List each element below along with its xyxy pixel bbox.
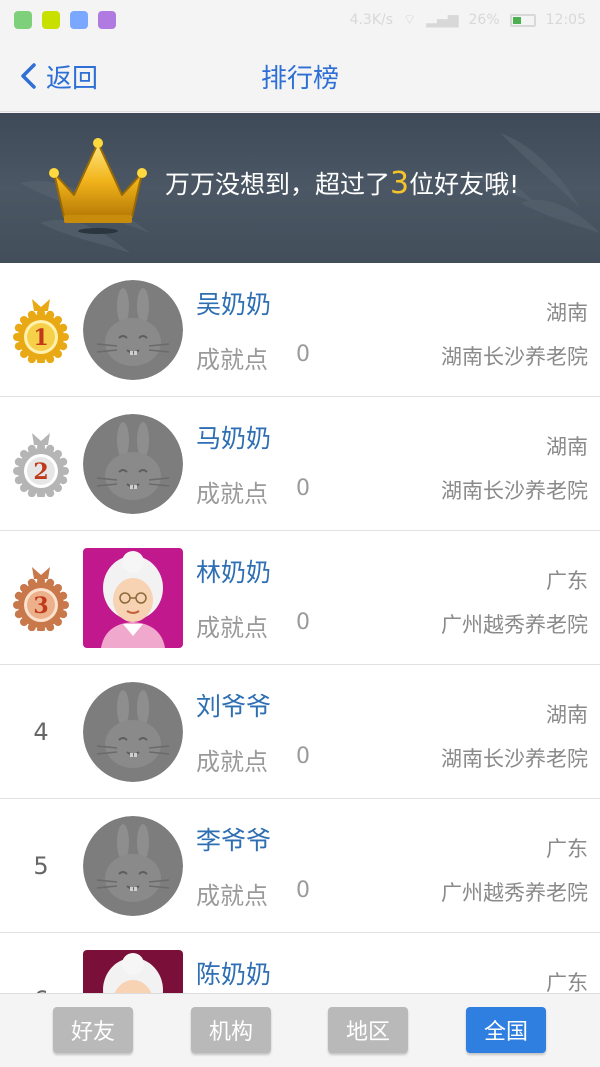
province: 广东 [546, 837, 588, 861]
surpassed-count: 3 [390, 166, 410, 201]
points-label: 成就点 [196, 882, 268, 910]
points-value: 0 [296, 476, 310, 501]
status-indicators: 4.3K/s ⌔ ▂▄▆ 26% 12:05 [350, 11, 586, 29]
avatar [83, 950, 183, 993]
institution: 广州越秀养老院 [441, 613, 588, 637]
wifi-icon: ⌔ [403, 12, 417, 28]
user-name: 吴奶奶 [196, 290, 272, 319]
scope-tab-bar: 好友 机构 地区 全国 [0, 993, 600, 1067]
app-notification-icon [14, 11, 32, 29]
gold-medal-icon: 1 [13, 299, 69, 363]
institution: 湖南长沙养老院 [441, 747, 588, 771]
user-name: 马奶奶 [196, 424, 272, 453]
crown-icon [49, 138, 147, 234]
tab-institution[interactable]: 机构 [191, 1007, 271, 1053]
tab-friends[interactable]: 好友 [53, 1007, 133, 1053]
signal-icon: ▂▄▆ [426, 12, 459, 28]
rabbit-avatar-icon [83, 816, 183, 916]
province: 湖南 [546, 435, 588, 459]
points-label: 成就点 [196, 748, 268, 776]
page-title: 排行榜 [260, 64, 339, 94]
banner-text-suffix: 位好友哦! [409, 170, 520, 199]
banner-message: 万万没想到，超过了3位好友哦! [165, 165, 519, 201]
grandma-avatar-icon [83, 548, 183, 648]
silver-medal-icon: 2 [13, 433, 69, 497]
points-label: 成就点 [196, 480, 268, 508]
notification-icons [14, 11, 116, 29]
avatar [83, 682, 183, 782]
ranking-row-2[interactable]: 2 马奶奶 成就点 0 湖南 湖南长沙养老院 [0, 397, 600, 531]
tab-region[interactable]: 地区 [328, 1007, 408, 1053]
tab-national[interactable]: 全国 [466, 1007, 546, 1053]
svg-text:1: 1 [33, 325, 48, 351]
status-bar: 4.3K/s ⌔ ▂▄▆ 26% 12:05 [0, 0, 600, 40]
ranking-list[interactable]: 1 吴奶奶 成就点 0 湖南 湖南长沙养老院 2 马奶奶 成就点 0 湖南 湖南… [0, 263, 600, 993]
ranking-row-6[interactable]: 6 陈奶奶 成就点 0 广东 广州越秀养老院 [0, 933, 600, 993]
points-value: 0 [296, 342, 310, 367]
user-name: 林奶奶 [196, 558, 272, 587]
app-notification-icon [98, 11, 116, 29]
rabbit-avatar-icon [83, 414, 183, 514]
user-name: 陈奶奶 [196, 960, 272, 989]
banner-text-prefix: 万万没想到，超过了 [165, 170, 391, 199]
bronze-medal-icon: 3 [13, 567, 69, 631]
institution: 湖南长沙养老院 [441, 345, 588, 369]
points-label: 成就点 [196, 614, 268, 642]
rank-indicator: 4 [33, 718, 49, 746]
rank-indicator: 3 [12, 565, 70, 631]
user-name: 李爷爷 [196, 826, 272, 855]
clock: 12:05 [545, 12, 586, 28]
rank-indicator: 5 [33, 852, 49, 880]
svg-text:2: 2 [33, 459, 48, 485]
province: 湖南 [546, 301, 588, 325]
battery-icon [509, 13, 536, 27]
app-notification-icon [70, 11, 88, 29]
network-speed: 4.3K/s [349, 12, 394, 28]
nav-bar: 返回 排行榜 [0, 40, 600, 112]
avatar [83, 280, 183, 380]
avatar [83, 548, 183, 648]
ranking-row-5[interactable]: 5 李爷爷 成就点 0 广东 广州越秀养老院 [0, 799, 600, 933]
province: 广东 [546, 971, 588, 993]
ranking-row-4[interactable]: 4 刘爷爷 成就点 0 湖南 湖南长沙养老院 [0, 665, 600, 799]
ranking-row-1[interactable]: 1 吴奶奶 成就点 0 湖南 湖南长沙养老院 [0, 263, 600, 397]
rank-indicator: 1 [12, 297, 70, 363]
user-name: 刘爷爷 [196, 692, 272, 721]
points-label: 成就点 [196, 346, 268, 374]
rank-indicator: 6 [12, 967, 70, 993]
rabbit-avatar-icon [83, 280, 183, 380]
province: 广东 [546, 569, 588, 593]
ranking-row-3[interactable]: 3 林奶奶 成就点 0 广东 广州越秀养老院 [0, 531, 600, 665]
rank-banner: 万万没想到，超过了3位好友哦! [0, 113, 600, 263]
grandma-avatar-icon [83, 950, 183, 993]
battery-percent: 26% [468, 12, 500, 28]
rabbit-avatar-icon [83, 682, 183, 782]
points-value: 0 [296, 744, 310, 769]
province: 湖南 [546, 703, 588, 727]
points-value: 0 [296, 610, 310, 635]
avatar [83, 816, 183, 916]
rank-indicator: 2 [12, 431, 70, 497]
institution: 广州越秀养老院 [441, 881, 588, 905]
points-value: 0 [296, 878, 310, 903]
svg-text:3: 3 [33, 593, 48, 619]
avatar [83, 414, 183, 514]
institution: 湖南长沙养老院 [441, 479, 588, 503]
app-notification-icon [42, 11, 60, 29]
